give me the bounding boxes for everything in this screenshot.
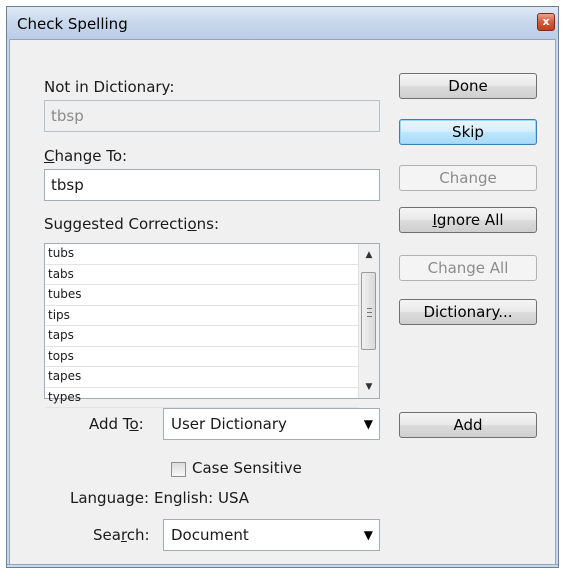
change-to-input[interactable]: tbsp [44,169,380,201]
change-to-label-text: hange To: [54,147,128,165]
title-bar: Check Spelling x [7,7,558,40]
dialog-title: Check Spelling [17,15,128,33]
search-label-suffix: ch: [126,526,150,544]
add-to-select[interactable]: User Dictionary ▼ [163,408,380,440]
search-select[interactable]: Document ▼ [163,519,380,551]
chevron-down-icon: ▼ [363,417,373,431]
add-to-label-mnemonic: o [129,415,139,433]
window-frame-left [7,39,10,567]
ignore-all-button[interactable]: Ignore All [399,207,537,233]
add-to-value: User Dictionary [171,415,287,433]
change-all-button[interactable]: Change All [399,255,537,281]
list-item[interactable]: tubs [45,244,359,265]
ignore-all-label: gnore All [436,211,504,229]
dictionary-button[interactable]: Dictionary... [399,299,537,325]
skip-button[interactable]: Skip [399,119,537,145]
check-spelling-dialog: Check Spelling x Not in Dictionary: tbsp… [6,6,559,568]
case-sensitive-label[interactable]: Case Sensitive [192,459,302,477]
list-item[interactable]: types [45,388,359,408]
change-to-mnemonic: C [44,147,55,165]
search-label-prefix: Sea [93,526,121,544]
list-item[interactable]: tubes [45,285,359,306]
list-scrollbar[interactable]: ▲ ▼ [358,244,379,398]
search-label: Search: [93,526,150,544]
scrollbar-thumb[interactable] [361,272,376,350]
add-to-label-suffix: : [138,415,144,433]
add-to-label: Add To: [89,415,144,433]
suggested-label-prefix: Suggested Correcti [44,215,188,233]
list-item[interactable]: taps [45,326,359,347]
window-frame-bottom [7,564,558,567]
change-to-label: Change To: [44,147,127,165]
chevron-down-icon: ▼ [363,528,373,542]
list-item[interactable]: tops [45,347,359,367]
close-icon[interactable]: x [537,13,555,31]
scroll-down-arrow-icon[interactable]: ▼ [359,378,379,396]
window-frame-right [555,39,558,567]
suggested-corrections-label: Suggested Corrections: [44,215,219,233]
not-in-dictionary-field: tbsp [44,100,380,132]
list-item[interactable]: tabs [45,265,359,285]
add-button[interactable]: Add [399,412,537,438]
search-value: Document [171,526,249,544]
case-sensitive-checkbox[interactable] [171,462,186,477]
suggested-label-suffix: ns: [196,215,220,233]
list-item[interactable]: tapes [45,367,359,388]
change-button[interactable]: Change [399,165,537,191]
add-to-label-prefix: Add T [89,415,130,433]
suggested-corrections-list[interactable]: tubs tabs tubes tips taps tops tapes typ… [44,243,380,408]
suggested-label-mnemonic: o [187,215,197,233]
done-button[interactable]: Done [399,73,537,99]
not-in-dictionary-label: Not in Dictionary: [44,78,175,96]
scroll-up-arrow-icon[interactable]: ▲ [359,246,379,264]
scrollbar-grip-icon [367,308,372,317]
language-value: English: USA [154,489,250,507]
language-label: Language: [70,489,150,507]
list-item[interactable]: tips [45,306,359,326]
